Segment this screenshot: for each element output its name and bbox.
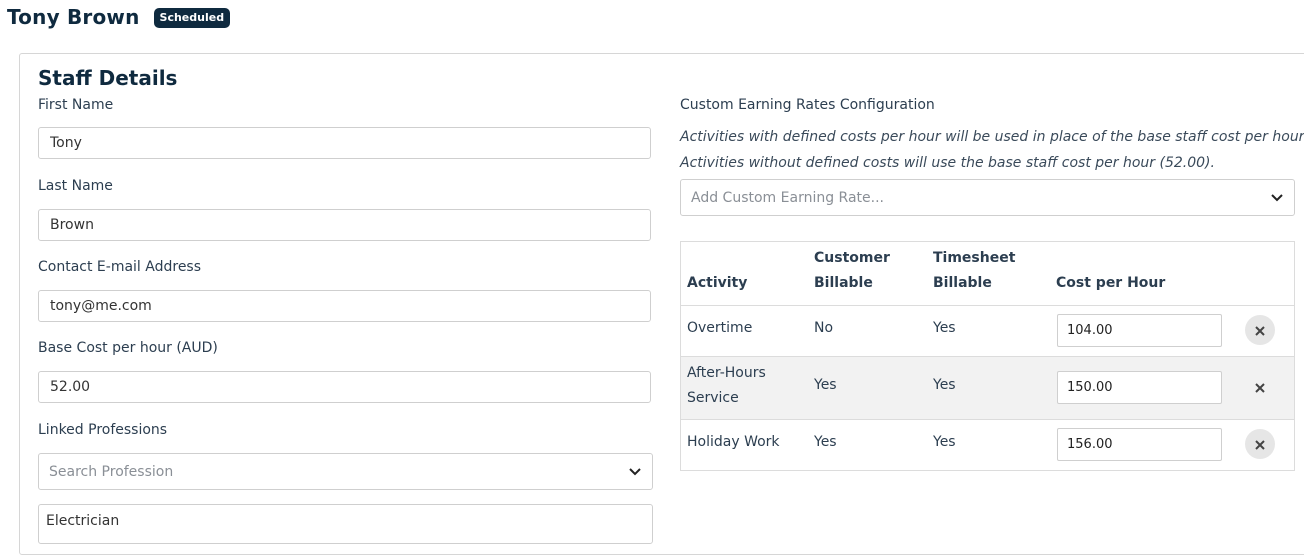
close-icon	[1255, 321, 1265, 340]
activity-cell: Holiday Work	[687, 434, 780, 450]
status-badge: Scheduled	[153, 8, 231, 28]
profession-tag[interactable]: Electrician	[46, 513, 119, 529]
close-icon	[1255, 378, 1265, 397]
earning-rates-note-1: Activities with defined costs per hour w…	[680, 129, 1304, 145]
card-title: Staff Details	[38, 66, 178, 90]
chevron-down-icon	[1270, 191, 1284, 205]
close-icon	[1255, 435, 1265, 454]
base-cost-label: Base Cost per hour (AUD)	[38, 340, 218, 356]
earning-rates-label: Custom Earning Rates Configuration	[680, 97, 935, 113]
remove-rate-button[interactable]	[1245, 372, 1275, 402]
column-header-timesheet-billable-line-1: Timesheet	[933, 250, 1016, 266]
column-header-timesheet-billable-line-2: Billable	[933, 275, 992, 291]
profession-search-select[interactable]: Search Profession	[38, 453, 653, 490]
customer-billable-cell: Yes	[814, 377, 837, 393]
column-header-cost-per-hour: Cost per Hour	[1056, 275, 1166, 291]
customer-billable-cell: Yes	[814, 434, 837, 450]
first-name-label: First Name	[38, 97, 114, 113]
base-cost-input[interactable]	[38, 371, 651, 403]
page-title: Tony Brown	[7, 5, 140, 29]
activity-cell-line-1: After-Hours	[687, 365, 766, 381]
email-input[interactable]	[38, 290, 651, 322]
customer-billable-cell: No	[814, 320, 834, 336]
email-label: Contact E-mail Address	[38, 259, 202, 275]
earning-rates-note-2: Activities without defined costs will us…	[680, 155, 1215, 171]
chevron-down-icon	[628, 465, 642, 479]
table-row: Holiday Work Yes Yes	[681, 419, 1294, 470]
profession-search-placeholder: Search Profession	[49, 463, 174, 480]
remove-rate-button[interactable]	[1245, 429, 1275, 459]
column-header-activity: Activity	[687, 275, 748, 291]
earning-rates-table: Activity Customer Billable Timesheet Bil…	[680, 241, 1295, 471]
last-name-label: Last Name	[38, 178, 113, 194]
first-name-input[interactable]	[38, 127, 651, 159]
staff-details-card: Staff Details First Name Last Name Conta…	[19, 53, 1304, 555]
timesheet-billable-cell: Yes	[933, 434, 956, 450]
activity-cell-line-2: Service	[687, 390, 739, 406]
timesheet-billable-cell: Yes	[933, 377, 956, 393]
last-name-input[interactable]	[38, 209, 651, 241]
table-row: After-Hours Service Yes Yes	[681, 356, 1294, 419]
timesheet-billable-cell: Yes	[933, 320, 956, 336]
activity-cell: After-Hours Service	[687, 361, 766, 411]
linked-professions-label: Linked Professions	[38, 422, 168, 438]
column-header-customer-billable-line-1: Customer	[814, 250, 890, 266]
column-header-timesheet-billable: Timesheet Billable	[933, 246, 1015, 296]
cost-per-hour-input[interactable]	[1057, 314, 1222, 347]
page-header: Tony Brown Scheduled	[7, 5, 231, 29]
selected-professions: Electrician	[38, 504, 653, 544]
add-earning-rate-select[interactable]: Add Custom Earning Rate...	[680, 179, 1295, 216]
column-header-customer-billable: Customer Billable	[814, 246, 890, 296]
remove-rate-button[interactable]	[1245, 315, 1275, 345]
table-row: Overtime No Yes	[681, 305, 1294, 356]
column-header-customer-billable-line-2: Billable	[814, 275, 873, 291]
activity-cell: Overtime	[687, 320, 753, 336]
cost-per-hour-input[interactable]	[1057, 428, 1222, 461]
cost-per-hour-input[interactable]	[1057, 371, 1222, 404]
add-earning-rate-placeholder: Add Custom Earning Rate...	[691, 189, 884, 206]
